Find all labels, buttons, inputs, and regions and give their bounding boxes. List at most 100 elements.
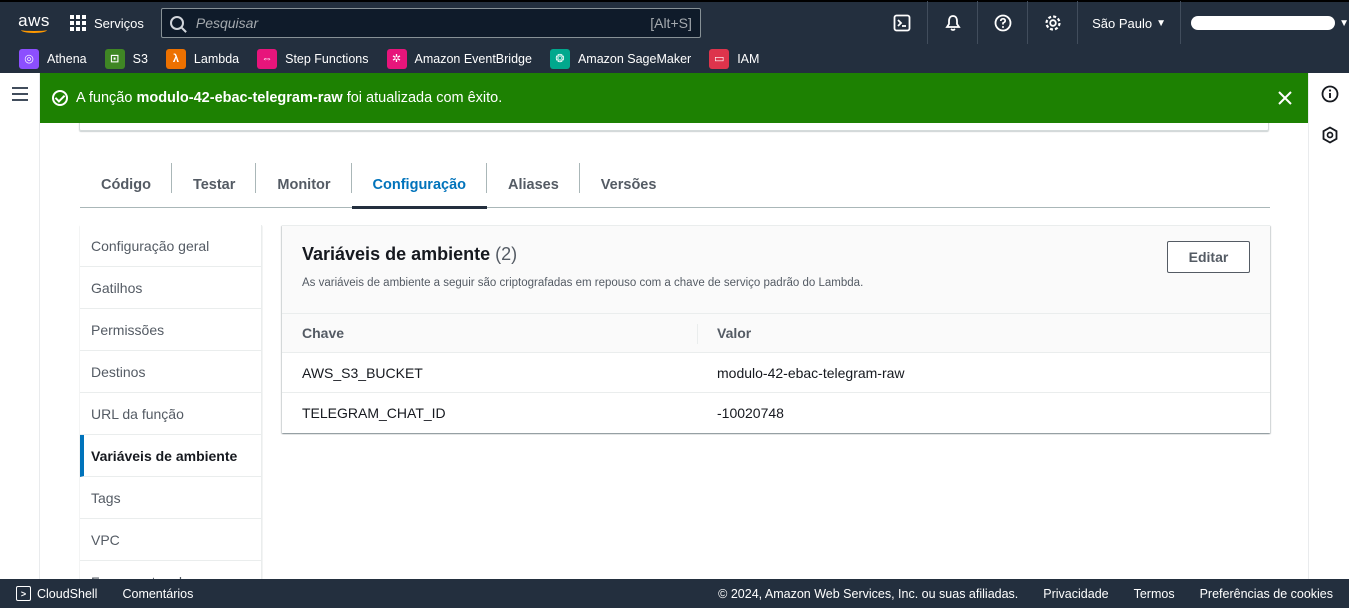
table-row: AWS_S3_BUCKET modulo-42-ebac-telegram-ra… (282, 353, 1270, 393)
hexagon-icon[interactable] (1321, 126, 1339, 144)
column-header-key[interactable]: Chave (302, 325, 344, 341)
console-footer: > CloudShell Comentários © 2024, Amazon … (0, 579, 1349, 608)
sidenav-item-permissions[interactable]: Permissões (80, 309, 261, 351)
sidenav-item-tools[interactable]: Ferramentas de (80, 561, 261, 580)
favorite-iam[interactable]: ▭ IAM (709, 48, 760, 69)
top-navigation: aws Serviços [Alt+S] São Paulo ▼ ▼ (0, 0, 1349, 45)
env-var-value: modulo-42-ebac-telegram-raw (717, 365, 905, 381)
grid-icon (70, 15, 86, 31)
favorite-label: Amazon SageMaker (577, 51, 692, 66)
bell-icon (944, 15, 961, 31)
favorite-lambda[interactable]: λ Lambda (165, 48, 240, 69)
aws-smile-icon (21, 27, 47, 33)
cloudshell-button[interactable] (877, 1, 927, 45)
notifications-button[interactable] (927, 1, 977, 45)
search-icon (169, 16, 184, 30)
success-check-icon (52, 90, 68, 106)
cookie-preferences-link[interactable]: Preferências de cookies (1200, 587, 1333, 601)
flash-suffix: foi atualizada com êxito. (346, 90, 503, 106)
favorite-step-functions[interactable]: ⇔ Step Functions (257, 48, 369, 69)
caret-down-icon: ▼ (1339, 17, 1349, 29)
env-var-value: -10020748 (717, 405, 784, 421)
favorite-s3[interactable]: ⊡ S3 (104, 48, 148, 69)
cloudshell-footer-button[interactable]: > CloudShell (16, 586, 97, 601)
region-label: São Paulo (1092, 15, 1153, 31)
tab-test[interactable]: Testar (172, 162, 257, 208)
sidenav-item-function-url[interactable]: URL da função (80, 393, 261, 435)
panel-title-count: (2) (495, 244, 518, 264)
sidenav-item-triggers[interactable]: Gatilhos (80, 267, 261, 309)
terminal-icon: > (16, 586, 31, 601)
panel-title: Variáveis de ambiente (2) (302, 244, 517, 265)
sidenav-item-environment-variables[interactable]: Variáveis de ambiente (80, 435, 261, 477)
search-box[interactable]: [Alt+S] (160, 8, 701, 38)
sidenav-item-vpc[interactable]: VPC (80, 519, 261, 561)
favorite-label: Lambda (193, 51, 240, 66)
favorite-sagemaker[interactable]: ❂ Amazon SageMaker (549, 48, 692, 69)
settings-button[interactable] (1027, 1, 1077, 45)
region-selector[interactable]: São Paulo ▼ (1077, 1, 1181, 45)
favorite-label: S3 (132, 51, 148, 66)
terminal-icon (893, 14, 911, 32)
comments-footer-button[interactable]: Comentários (122, 587, 193, 601)
tab-configuration[interactable]: Configuração (351, 162, 488, 209)
sagemaker-icon: ❂ (549, 48, 570, 69)
comments-label: Comentários (122, 586, 194, 601)
account-menu[interactable]: ▼ (1181, 1, 1349, 45)
column-header-value[interactable]: Valor (717, 325, 751, 341)
s3-bucket-icon: ⊡ (104, 48, 125, 69)
sidenav-item-tags[interactable]: Tags (80, 477, 261, 519)
panel-header: Variáveis de ambiente (2) As variáveis d… (282, 226, 1270, 314)
success-flash-banner: A função modulo-42-ebac-telegram-raw foi… (40, 73, 1308, 123)
right-tools-rail (1308, 73, 1349, 579)
panel-title-text: Variáveis de ambiente (302, 244, 491, 264)
function-overview-card-edge (79, 123, 1269, 131)
tab-aliases[interactable]: Aliases (487, 162, 580, 208)
help-icon (994, 14, 1011, 32)
services-label: Serviços (94, 15, 144, 31)
step-functions-icon: ⇔ (257, 48, 278, 69)
info-icon[interactable] (1321, 85, 1339, 103)
eventbridge-icon: ✲ (386, 48, 407, 69)
env-var-key: AWS_S3_BUCKET (302, 365, 423, 381)
top-icons-group: São Paulo ▼ ▼ (877, 1, 1349, 45)
column-divider[interactable] (697, 324, 698, 344)
search-input[interactable] (195, 15, 651, 31)
left-navigation-rail (0, 73, 40, 579)
environment-variables-panel: Variáveis de ambiente (2) As variáveis d… (282, 225, 1270, 433)
help-button[interactable] (977, 1, 1027, 45)
menu-hamburger-icon[interactable] (12, 87, 28, 101)
flash-function-name: modulo-42-ebac-telegram-raw (136, 90, 343, 106)
copyright-text: © 2024, Amazon Web Services, Inc. ou sua… (718, 586, 1019, 601)
favorite-label: Athena (47, 51, 87, 66)
favorites-bar: ◎ Athena ⊡ S3 λ Lambda ⇔ Step Functions … (0, 44, 1349, 73)
search-shortcut-hint: [Alt+S] (650, 15, 692, 31)
main-content: Código Testar Monitor Configuração Alias… (41, 123, 1308, 579)
panel-description: As variáveis de ambiente a seguir são cr… (302, 277, 864, 289)
sidenav-item-general-configuration[interactable]: Configuração geral (80, 225, 261, 267)
tab-versions[interactable]: Versões (580, 163, 678, 208)
privacy-link[interactable]: Privacidade (1043, 587, 1108, 601)
favorite-label: IAM (737, 51, 760, 66)
favorite-label: Amazon EventBridge (414, 51, 532, 66)
configuration-side-nav: Configuração geral Gatilhos Permissões D… (80, 225, 262, 579)
aws-logo[interactable]: aws (10, 3, 58, 43)
lambda-icon: λ (165, 48, 186, 69)
terms-link[interactable]: Termos (1134, 587, 1175, 601)
gear-icon (1044, 15, 1061, 31)
favorite-eventbridge[interactable]: ✲ Amazon EventBridge (386, 48, 532, 69)
caret-down-icon: ▼ (1156, 17, 1166, 29)
sidenav-item-destinations[interactable]: Destinos (80, 351, 261, 393)
tab-code[interactable]: Código (80, 162, 172, 208)
table-header: Chave Valor (282, 314, 1270, 353)
close-icon[interactable] (1276, 89, 1294, 107)
edit-button[interactable]: Editar (1167, 241, 1250, 273)
athena-icon: ◎ (19, 48, 39, 69)
table-row: TELEGRAM_CHAT_ID -10020748 (282, 393, 1270, 433)
cloudshell-label: CloudShell (37, 586, 98, 601)
services-menu-button[interactable]: Serviços (70, 9, 144, 37)
iam-icon: ▭ (709, 48, 730, 69)
account-name-redacted (1191, 16, 1336, 30)
tab-monitor[interactable]: Monitor (256, 162, 352, 208)
favorite-athena[interactable]: ◎ Athena (19, 48, 87, 69)
